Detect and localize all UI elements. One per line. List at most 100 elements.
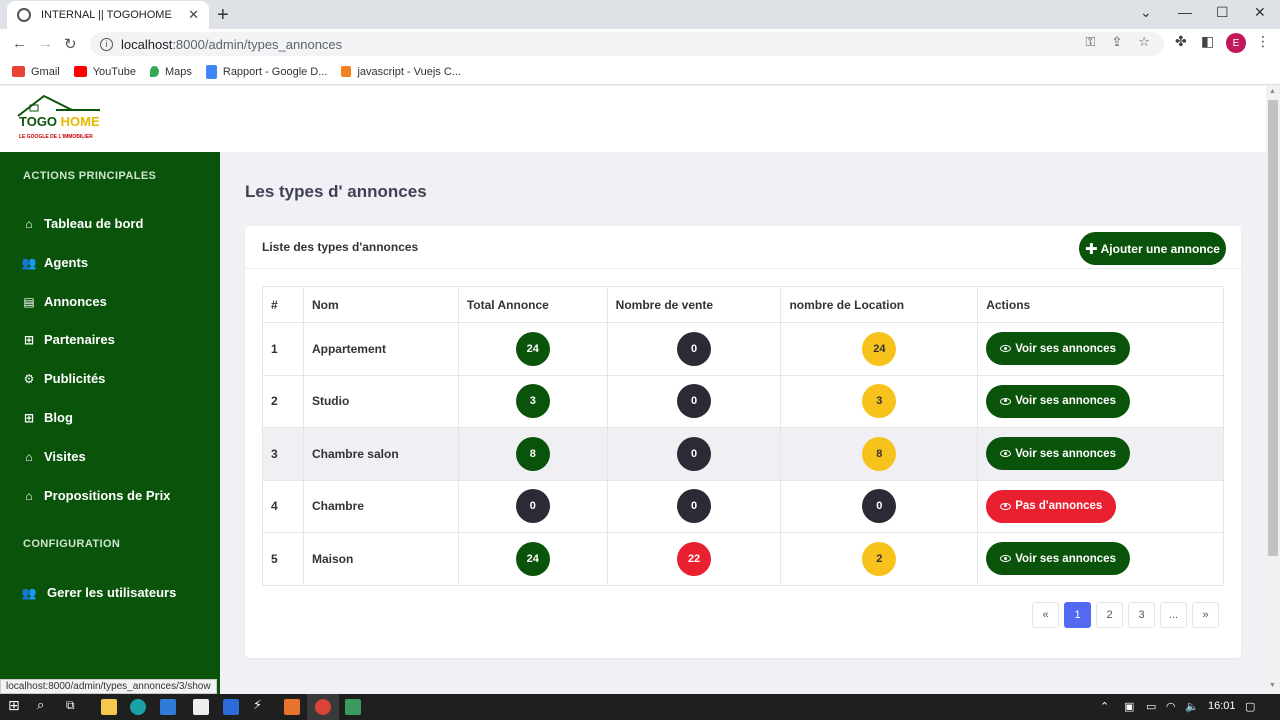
location-badge: 24 <box>862 331 897 366</box>
close-window-button[interactable]: ✕ <box>1254 4 1266 21</box>
windows-start-icon[interactable]: ⊞ <box>8 697 24 713</box>
terminal-icon[interactable] <box>345 699 361 715</box>
close-tab-icon[interactable]: ✕ <box>188 7 199 23</box>
scroll-up-icon[interactable]: ▲ <box>1269 88 1276 95</box>
bookmark-youtube[interactable]: YouTube <box>73 66 136 78</box>
chrome-icon[interactable] <box>315 699 331 715</box>
browser-tab[interactable]: INTERNAL || TOGOHOME ✕ <box>7 1 209 29</box>
tray-chevron-icon[interactable]: ⌃ <box>1100 700 1109 713</box>
total-badge: 0 <box>515 489 550 524</box>
sidebar-item-tableau-de-bord[interactable]: ⌂ Tableau de bord <box>22 216 143 231</box>
page-next[interactable]: » <box>1192 602 1219 628</box>
table-header-row: # Nom Total Annonce Nombre de vente nomb… <box>262 286 1224 323</box>
sidebar-item-visites[interactable]: ⌂ Visites <box>22 449 85 464</box>
sidebar-item-propositions-de-prix[interactable]: ⌂ Propositions de Prix <box>22 488 170 503</box>
forward-icon[interactable]: → <box>38 35 53 52</box>
togohome-logo[interactable]: TOGO HOME LE GOOGLE DE L'IMMOBILIER <box>16 94 106 144</box>
users-icon: 👥 <box>21 255 37 270</box>
reload-icon[interactable]: ↻ <box>64 35 77 53</box>
address-bar[interactable]: i localhost:8000/admin/types_annonces ⚿ … <box>90 32 1164 56</box>
tab-search-icon[interactable]: ⌄ <box>1140 4 1152 21</box>
types-card: Liste des types d'annonces ✚ Ajouter une… <box>245 226 1241 658</box>
bookmark-gmail[interactable]: Gmail <box>12 66 60 78</box>
menu-icon[interactable]: ⋮ <box>1256 33 1270 50</box>
total-badge: 3 <box>515 384 550 419</box>
mail-icon[interactable] <box>160 699 176 715</box>
location-badge: 8 <box>862 436 897 471</box>
url-path: :8000/admin/types_annonces <box>172 36 343 52</box>
edge-icon[interactable] <box>130 699 146 715</box>
amazon-icon[interactable] <box>193 699 209 715</box>
sidebar-section-config: CONFIGURATION <box>23 538 121 550</box>
voir-annonces-button[interactable]: Voir ses annonces <box>986 437 1130 471</box>
minimize-button[interactable]: — <box>1178 4 1192 20</box>
home-icon: ⌂ <box>25 216 33 231</box>
search-icon[interactable]: ⌕ <box>37 697 53 713</box>
tray-app-icon[interactable]: ▣ <box>1124 700 1134 713</box>
key-icon[interactable]: ⚿ <box>1086 34 1096 50</box>
col-header-id: # <box>262 286 304 323</box>
page-1[interactable]: 1 <box>1064 602 1091 628</box>
sidebar-item-gerer-utilisateurs[interactable]: 👥 Gerer les utilisateurs <box>22 585 177 600</box>
scroll-thumb[interactable] <box>1268 100 1278 556</box>
xampp-icon[interactable] <box>284 699 300 715</box>
sidebar-item-annonces[interactable]: ▤ Annonces <box>22 294 107 309</box>
table-row: 4 Chambre 0 0 0 Pas d'annonces <box>262 479 1224 533</box>
cell-id: 2 <box>262 374 304 428</box>
stackoverflow-icon <box>341 66 352 77</box>
home-icon: ⌂ <box>25 488 33 503</box>
clock[interactable]: 16:01 <box>1208 700 1236 712</box>
extensions-icon[interactable]: ✤ <box>1175 33 1187 50</box>
vente-badge: 0 <box>677 436 712 471</box>
bookmark-maps[interactable]: Maps <box>149 66 192 78</box>
total-badge: 24 <box>515 331 550 366</box>
voir-annonces-button[interactable]: Voir ses annonces <box>986 542 1130 576</box>
battery-icon[interactable]: ▭ <box>1146 700 1156 713</box>
col-header-vente: Nombre de vente <box>606 286 782 323</box>
app-header: TOGO HOME LE GOOGLE DE L'IMMOBILIER <box>0 86 1266 152</box>
col-header-actions: Actions <box>977 286 1224 323</box>
cell-nom: Appartement <box>302 322 459 376</box>
voir-annonces-button[interactable]: Voir ses annonces <box>986 384 1130 418</box>
add-annonce-button[interactable]: ✚ Ajouter une annonce <box>1079 232 1226 265</box>
site-info-icon[interactable]: i <box>100 37 113 51</box>
location-badge: 3 <box>862 384 897 419</box>
voir-annonces-button[interactable]: Voir ses annonces <box>986 332 1130 366</box>
cell-nom: Chambre salon <box>302 427 459 481</box>
page-prev[interactable]: « <box>1032 602 1059 628</box>
task-view-icon[interactable]: ⧉ <box>66 698 82 714</box>
new-tab-button[interactable]: + <box>217 4 229 27</box>
maximize-button[interactable]: ☐ <box>1216 4 1229 21</box>
dropbox-icon[interactable] <box>223 699 239 715</box>
page-2[interactable]: 2 <box>1096 602 1123 628</box>
page-scrollbar[interactable]: ▲ ▼ <box>1266 86 1280 694</box>
sidebar-item-partenaires[interactable]: ⊞ Partenaires <box>22 332 115 347</box>
bookmark-star-icon[interactable]: ☆ <box>1138 34 1150 50</box>
eye-icon <box>1000 397 1012 405</box>
scroll-down-icon[interactable]: ▼ <box>1269 682 1276 689</box>
sidebar-item-publicites[interactable]: ⚙ Publicités <box>22 371 106 386</box>
volume-icon[interactable]: 🔈 <box>1185 700 1199 713</box>
sidebar-item-agents[interactable]: 👥 Agents <box>21 255 89 270</box>
share-icon[interactable]: ⇪ <box>1111 34 1122 50</box>
file-explorer-icon[interactable] <box>101 699 117 715</box>
wifi-icon[interactable]: ◠ <box>1166 700 1176 713</box>
gear-icon: ⚙ <box>23 371 35 386</box>
profile-avatar[interactable]: E <box>1226 33 1246 53</box>
table-row: 1 Appartement 24 0 24 Voir ses annonces <box>262 322 1224 376</box>
back-icon[interactable]: ← <box>12 35 27 52</box>
page-3[interactable]: 3 <box>1128 602 1155 628</box>
gmail-icon <box>12 66 25 77</box>
windows-taskbar: ⊞ ⌕ ⧉ ⚡ ⌃ ▣ ▭ ◠ 🔈 16:01 ▢ <box>0 694 1280 720</box>
bookmark-rapport[interactable]: Rapport - Google D... <box>205 64 327 79</box>
eye-icon <box>1000 555 1012 563</box>
bookmark-javascript[interactable]: javascript - Vuejs C... <box>341 66 461 78</box>
pas-annonces-button[interactable]: Pas d'annonces <box>986 489 1117 523</box>
browser-tabstrip: INTERNAL || TOGOHOME ✕ + ⌄ — ☐ ✕ <box>0 0 1280 29</box>
side-panel-icon[interactable]: ◧ <box>1201 33 1214 50</box>
notifications-icon[interactable]: ▢ <box>1245 700 1255 713</box>
cell-nom: Maison <box>302 532 459 586</box>
app-bolt-icon[interactable]: ⚡ <box>253 697 269 713</box>
sidebar-item-blog[interactable]: ⊞ Blog <box>22 410 73 425</box>
maps-icon <box>149 66 159 77</box>
